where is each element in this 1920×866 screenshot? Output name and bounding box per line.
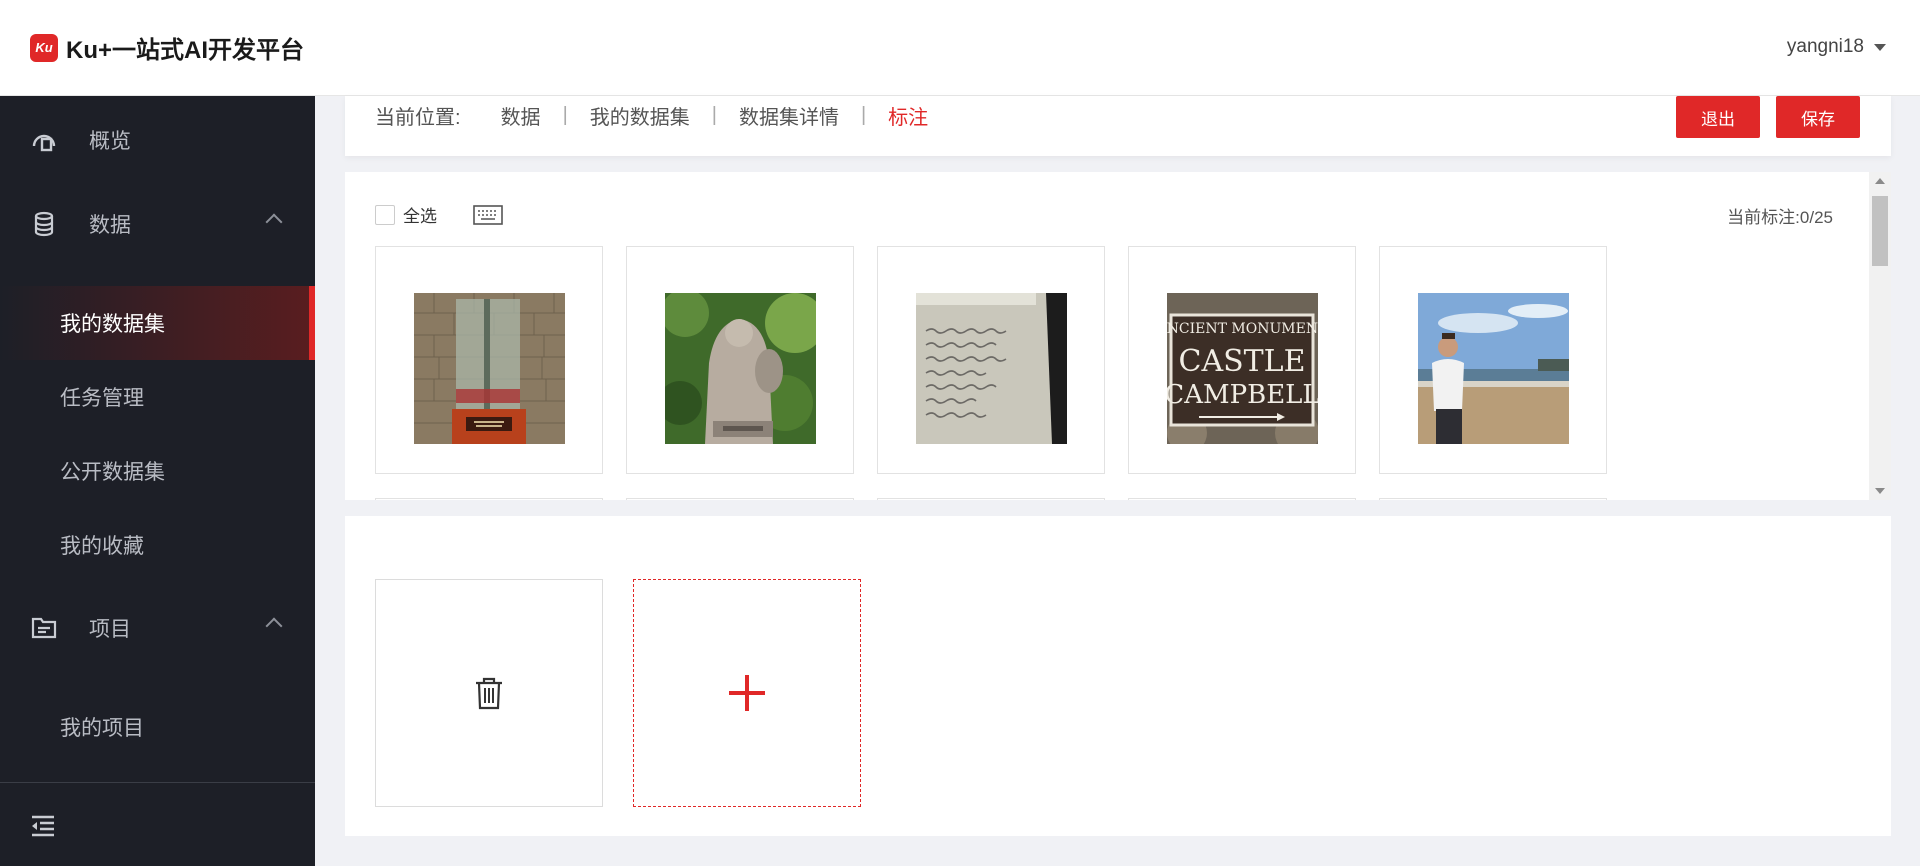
sign-line-2: CASTLE xyxy=(1178,344,1305,379)
annotation-counter: 当前标注:0/25 xyxy=(1727,203,1833,228)
keyboard-icon[interactable] xyxy=(473,204,503,226)
breadcrumb: 当前位置: 数据 | 我的数据集 | 数据集详情 | 标注 xyxy=(375,96,928,134)
image-thumbnail[interactable] xyxy=(1379,498,1607,500)
sidebar-item-my-datasets[interactable]: 我的数据集 xyxy=(0,286,315,360)
scroll-up-arrow-icon[interactable] xyxy=(1875,178,1885,184)
sidebar-group-label: 数据 xyxy=(89,214,131,237)
breadcrumb-item-data[interactable]: 数据 xyxy=(501,101,541,130)
brand-logo[interactable]: Ku Ku+一站式AI开发平台 xyxy=(30,30,304,65)
ku-logo-icon: Ku xyxy=(30,33,58,62)
select-all-label[interactable]: 全选 xyxy=(403,202,437,227)
image-thumbnail[interactable] xyxy=(877,246,1105,474)
sidebar-item-label: 我的项目 xyxy=(60,717,144,740)
save-button[interactable]: 保存 xyxy=(1776,96,1860,138)
breadcrumb-current[interactable]: 标注 xyxy=(888,101,928,130)
sidebar-divider xyxy=(0,782,315,783)
image-thumbnail[interactable] xyxy=(626,246,854,474)
select-all-checkbox[interactable] xyxy=(375,204,395,225)
image-gallery-panel: 全选 当前标注:0/25 NCIENT MONUMENT CASTLE CAMP… xyxy=(345,172,1891,500)
username: yangni18 xyxy=(1786,36,1864,57)
image-thumbnail[interactable] xyxy=(1379,246,1607,474)
thumbnail-image-handwritten-note xyxy=(916,293,1067,444)
menu-collapse-icon[interactable] xyxy=(30,814,56,838)
sidebar: 概览 数据 我的数据集 任务管理 公开数据集 我的收藏 项目 我的项目 xyxy=(0,96,315,866)
thumbnail-image-beach-portrait xyxy=(1418,293,1569,444)
gallery-scrollbar[interactable] xyxy=(1869,172,1891,500)
breadcrumb-item-dataset-detail[interactable]: 数据集详情 xyxy=(739,101,839,130)
image-thumbnail[interactable] xyxy=(877,498,1105,500)
sidebar-item-task-management[interactable]: 任务管理 xyxy=(0,360,315,434)
sidebar-group-label: 概览 xyxy=(89,130,131,153)
sidebar-item-label: 任务管理 xyxy=(60,387,144,410)
breadcrumb-separator: | xyxy=(562,103,568,126)
sign-line-1: ANCIENT MONUMENT xyxy=(1167,321,1318,337)
breadcrumb-bar: 当前位置: 数据 | 我的数据集 | 数据集详情 | 标注 退出 保存 xyxy=(345,96,1891,156)
sidebar-item-my-projects[interactable]: 我的项目 xyxy=(0,690,315,764)
scroll-down-arrow-icon[interactable] xyxy=(1875,488,1885,494)
sidebar-item-label: 我的收藏 xyxy=(60,535,144,558)
image-thumbnail[interactable] xyxy=(1128,498,1356,500)
sidebar-item-label: 我的数据集 xyxy=(60,313,165,336)
sidebar-group-projects[interactable]: 项目 xyxy=(0,598,315,658)
sidebar-group-label: 项目 xyxy=(89,618,131,641)
counter-label: 当前标注: xyxy=(1727,208,1800,227)
thumbnail-image-monument-sign: ANCIENT MONUMENT CASTLE CAMPBELL xyxy=(1167,293,1318,444)
label-panel xyxy=(345,516,1891,836)
caret-down-icon xyxy=(1874,43,1886,51)
breadcrumb-separator: | xyxy=(711,103,717,126)
gallery-toolbar: 全选 xyxy=(375,202,503,227)
trash-icon xyxy=(476,677,502,710)
thumbnail-image-glass-monument xyxy=(414,293,565,444)
folder-icon xyxy=(31,617,57,639)
user-menu[interactable]: yangni18 xyxy=(1787,36,1886,58)
image-thumbnail[interactable] xyxy=(626,498,854,500)
breadcrumb-item-my-datasets[interactable]: 我的数据集 xyxy=(590,101,690,130)
counter-value: 0/25 xyxy=(1799,208,1833,227)
database-icon xyxy=(34,211,54,237)
top-header: Ku Ku+一站式AI开发平台 yangni18 xyxy=(0,0,1920,96)
image-thumbnail[interactable]: ANCIENT MONUMENT CASTLE CAMPBELL xyxy=(1128,246,1356,474)
delete-label-button[interactable] xyxy=(375,579,603,807)
sidebar-item-public-datasets[interactable]: 公开数据集 xyxy=(0,434,315,508)
add-label-button[interactable] xyxy=(633,579,861,807)
image-thumbnail[interactable] xyxy=(375,246,603,474)
breadcrumb-prefix: 当前位置: xyxy=(375,106,461,129)
chevron-up-icon xyxy=(265,617,283,635)
app-title: Ku+一站式AI开发平台 xyxy=(66,37,305,64)
thumbnail-image-stone-statue xyxy=(665,293,816,444)
chevron-up-icon xyxy=(265,213,283,231)
image-thumbnail[interactable] xyxy=(375,498,603,500)
sidebar-item-label: 公开数据集 xyxy=(60,461,165,484)
plus-icon xyxy=(729,675,765,711)
sign-line-3: CAMPBELL xyxy=(1167,380,1318,410)
scrollbar-thumb[interactable] xyxy=(1872,196,1888,266)
exit-button[interactable]: 退出 xyxy=(1676,96,1760,138)
dashboard-icon xyxy=(32,134,56,152)
sidebar-group-overview[interactable]: 概览 xyxy=(0,110,315,170)
sidebar-item-my-favorites[interactable]: 我的收藏 xyxy=(0,508,315,582)
breadcrumb-separator: | xyxy=(860,103,867,126)
sidebar-group-data[interactable]: 数据 xyxy=(0,194,315,254)
